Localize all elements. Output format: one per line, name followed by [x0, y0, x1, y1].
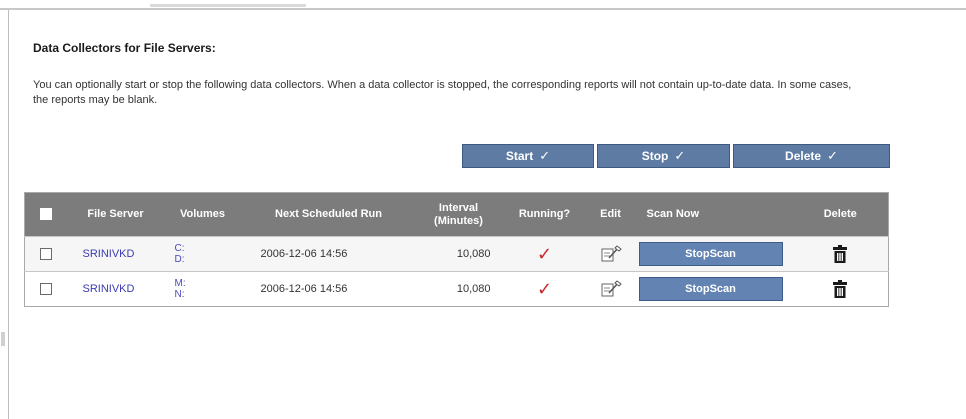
start-label: Start [505, 149, 534, 163]
file-server-cell: SRINIVKD [66, 271, 165, 307]
volumes-cell: M: N: [164, 271, 241, 307]
row-select-cell [24, 236, 67, 272]
data-collectors-table: File Server Volumes Next Scheduled Run I… [24, 192, 889, 307]
volume-link[interactable]: C: [175, 243, 237, 254]
volume-link[interactable]: N: [175, 289, 237, 300]
header-delete: Delete [792, 192, 889, 237]
check-icon: ✓ [674, 148, 686, 163]
edit-cell [588, 236, 633, 272]
header-scan-now: Scan Now [632, 192, 793, 237]
action-bar: Start ✓ Stop ✓ Delete ✓ [462, 144, 890, 168]
next-run-cell: 2006-12-06 14:56 [240, 271, 417, 307]
running-cell: ✓ [500, 271, 589, 307]
interval-cell: 10,080 [416, 236, 501, 272]
row-select-cell [24, 271, 67, 307]
delete-label: Delete [785, 149, 822, 163]
header-volumes[interactable]: Volumes [164, 192, 241, 237]
table-row: SRINIVKD C: D: 2006-12-06 14:56 10,080 ✓… [24, 236, 889, 272]
header-next-run[interactable]: Next Scheduled Run [240, 192, 417, 237]
delete-button[interactable]: Delete ✓ [733, 144, 890, 168]
edit-icon[interactable] [593, 280, 629, 298]
stop-button[interactable]: Stop ✓ [597, 144, 730, 168]
file-server-cell: SRINIVKD [66, 236, 165, 272]
select-all-cell [24, 192, 67, 237]
header-running[interactable]: Running? [500, 192, 589, 237]
edit-icon[interactable] [593, 245, 629, 263]
volume-link[interactable]: M: [175, 278, 237, 289]
row-checkbox[interactable] [39, 283, 52, 296]
interval-cell: 10,080 [416, 271, 501, 307]
header-edit: Edit [588, 192, 633, 237]
check-icon: ✓ [539, 148, 551, 163]
running-cell: ✓ [500, 236, 589, 272]
section-title: Data Collectors for File Servers: [33, 41, 216, 55]
top-tab-indicator [150, 4, 306, 7]
section-description: You can optionally start or stop the fol… [33, 79, 852, 106]
trash-icon[interactable] [797, 280, 885, 298]
next-run-cell: 2006-12-06 14:56 [240, 236, 417, 272]
scan-now-cell: StopScan [632, 271, 793, 307]
trash-icon[interactable] [797, 245, 885, 263]
table-row: SRINIVKD M: N: 2006-12-06 14:56 10,080 ✓… [24, 271, 889, 307]
stop-scan-button[interactable]: StopScan [638, 277, 783, 301]
stop-label: Stop [641, 149, 669, 163]
header-file-server[interactable]: File Server [66, 192, 165, 237]
edit-cell [588, 271, 633, 307]
volumes-cell: C: D: [164, 236, 241, 272]
running-check-icon: ✓ [536, 243, 553, 264]
header-interval[interactable]: Interval (Minutes) [416, 192, 501, 237]
scan-now-cell: StopScan [632, 236, 793, 272]
delete-cell [792, 271, 889, 307]
delete-cell [792, 236, 889, 272]
start-button[interactable]: Start ✓ [462, 144, 594, 168]
stop-scan-button[interactable]: StopScan [638, 242, 783, 266]
check-icon: ✓ [827, 148, 838, 163]
left-edge-mark [1, 332, 5, 346]
file-server-link[interactable]: SRINIVKD [83, 248, 135, 260]
table-header-row: File Server Volumes Next Scheduled Run I… [24, 192, 889, 237]
running-check-icon: ✓ [536, 278, 553, 299]
top-divider [0, 8, 966, 10]
row-checkbox[interactable] [39, 248, 52, 261]
volume-link[interactable]: D: [175, 254, 237, 265]
file-server-link[interactable]: SRINIVKD [83, 283, 135, 295]
left-divider [8, 10, 9, 419]
select-all-checkbox[interactable] [39, 208, 52, 221]
